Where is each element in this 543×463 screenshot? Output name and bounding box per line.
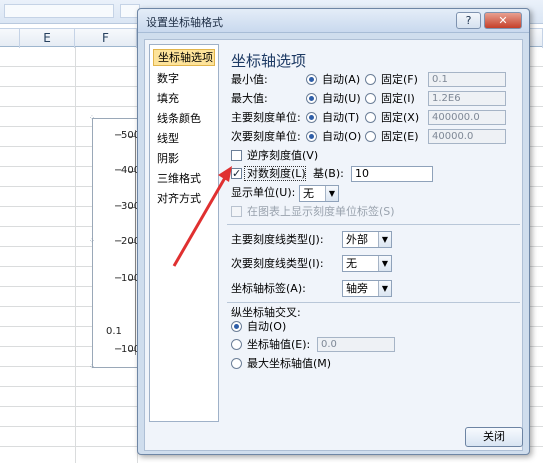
annotation-arrow-icon: [172, 166, 232, 267]
annotation-arrow-shaft: [172, 175, 228, 267]
